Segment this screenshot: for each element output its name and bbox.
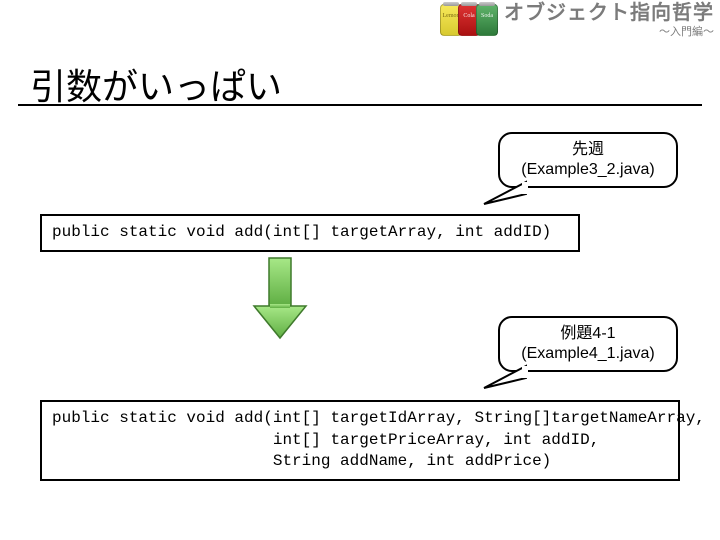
brand-subtitle: ～入門編～ [504,26,714,38]
brand-block: オブジェクト指向哲学 ～入門編～ [504,2,714,38]
callout2-line1: 例題4-1 [518,324,658,344]
code-box-before: public static void add(int[] targetArray… [40,214,580,252]
callout1-line1: 先週 [518,140,658,160]
callout1-tail-icon [478,180,528,210]
down-arrow-icon [250,256,310,342]
code-box-after: public static void add(int[] targetIdArr… [40,400,680,481]
slide-header: Lemon Cola Soda オブジェクト指向哲学 ～入門編～ [434,0,720,40]
callout1-line2: (Example3_2.java) [518,160,658,180]
brand-title: オブジェクト指向哲学 [504,2,714,24]
soda-can-icon: Soda [476,4,498,36]
title-underline [18,104,702,106]
slide-title: 引数がいっぱい [30,58,282,110]
callout2-tail-icon [478,364,528,394]
callout2-line2: (Example4_1.java) [518,344,658,364]
soda-can-label: Soda [477,13,497,19]
can-illustration: Lemon Cola Soda [440,4,498,36]
